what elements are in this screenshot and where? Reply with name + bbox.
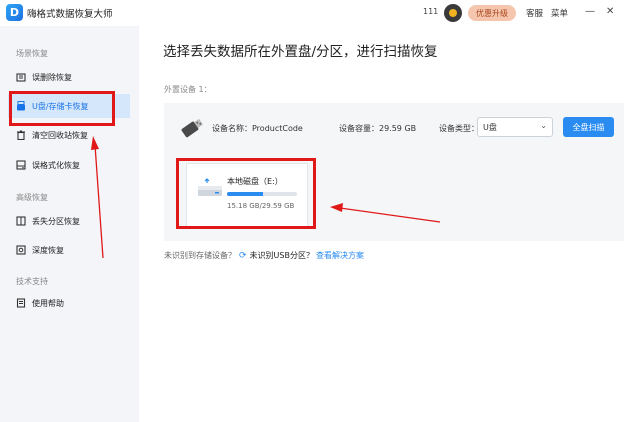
- page-title: 选择丢失数据所在外置盘/分区，进行扫描恢复: [163, 44, 438, 60]
- sidebar-item-label: 使用帮助: [32, 298, 64, 308]
- menu-button[interactable]: 菜单: [551, 7, 568, 19]
- recycle-bin-icon: [16, 130, 26, 140]
- sidebar-section-advanced: 高级恢复: [16, 193, 48, 202]
- no-device-question: 未识别到存储设备？: [164, 251, 236, 260]
- sidebar-item-partition-recovery[interactable]: 丢失分区恢复: [8, 210, 130, 232]
- external-device-label: 外置设备 1：: [164, 85, 212, 94]
- user-id[interactable]: 111: [423, 7, 438, 16]
- sidebar-item-deleted-recovery[interactable]: 误删除恢复: [8, 66, 130, 88]
- sidebar-item-label: 清空回收站恢复: [32, 130, 88, 140]
- help-line: 未识别到存储设备？ ⟳ 未识别USB分区？ 查看解决方案: [164, 250, 364, 261]
- sidebar-item-label: 误格式化恢复: [32, 160, 80, 170]
- sidebar-section-scene: 场景恢复: [16, 49, 48, 58]
- minimize-button[interactable]: —: [585, 5, 595, 19]
- vip-medal-icon[interactable]: [444, 4, 462, 22]
- deep-scan-icon: [16, 245, 26, 255]
- app-title: 嗨格式数据恢复大师: [27, 9, 113, 20]
- sidebar-item-label: 深度恢复: [32, 245, 64, 255]
- device-type-value: U盘: [483, 122, 497, 132]
- trash-restore-icon: [16, 72, 26, 82]
- format-disk-icon: [16, 160, 26, 170]
- device-name: 设备名称：ProductCode: [212, 124, 303, 133]
- device-type-select[interactable]: U盘 ⌄: [477, 117, 553, 137]
- usb-stick-icon: [179, 116, 205, 144]
- close-button[interactable]: ✕: [606, 5, 614, 19]
- sidebar-item-format-recovery[interactable]: 误格式化恢复: [8, 154, 130, 176]
- view-solution-link[interactable]: 查看解决方案: [316, 250, 364, 261]
- device-row: 设备名称：ProductCode 设备容量：29.59 GB 设备类型： U盘 …: [164, 103, 624, 153]
- sidebar-item-help[interactable]: 使用帮助: [8, 292, 130, 314]
- refresh-icon[interactable]: ⟳: [239, 251, 247, 261]
- help-book-icon: [16, 298, 26, 308]
- annotation-box-sidebar: [9, 91, 115, 126]
- chevron-down-icon: ⌄: [540, 121, 547, 130]
- sidebar-section-support: 技术支持: [16, 277, 48, 286]
- sidebar: 场景恢复 误删除恢复 U盘/存储卡恢复 清空回收站恢复 误格式化恢复 高级恢复 …: [0, 26, 139, 422]
- sidebar-item-recycle-recovery[interactable]: 清空回收站恢复: [8, 124, 130, 146]
- partition-icon: [16, 216, 26, 226]
- device-capacity: 设备容量：29.59 GB: [339, 124, 417, 133]
- sidebar-item-label: 丢失分区恢复: [32, 216, 80, 226]
- full-scan-button[interactable]: 全盘扫描: [563, 117, 614, 137]
- annotation-box-partition: [176, 158, 316, 229]
- upgrade-button[interactable]: 优惠升级: [468, 5, 516, 21]
- app-logo: D: [6, 4, 23, 21]
- sidebar-item-label: 误删除恢复: [32, 72, 72, 82]
- customer-service-button[interactable]: 客服: [526, 7, 543, 19]
- no-usb-partition-question: 未识别USB分区？: [249, 251, 314, 260]
- title-bar: D 嗨格式数据恢复大师 111 优惠升级 客服 菜单 — ✕: [0, 0, 640, 26]
- sidebar-item-deep-recovery[interactable]: 深度恢复: [8, 239, 130, 261]
- device-type-label: 设备类型：: [439, 124, 479, 133]
